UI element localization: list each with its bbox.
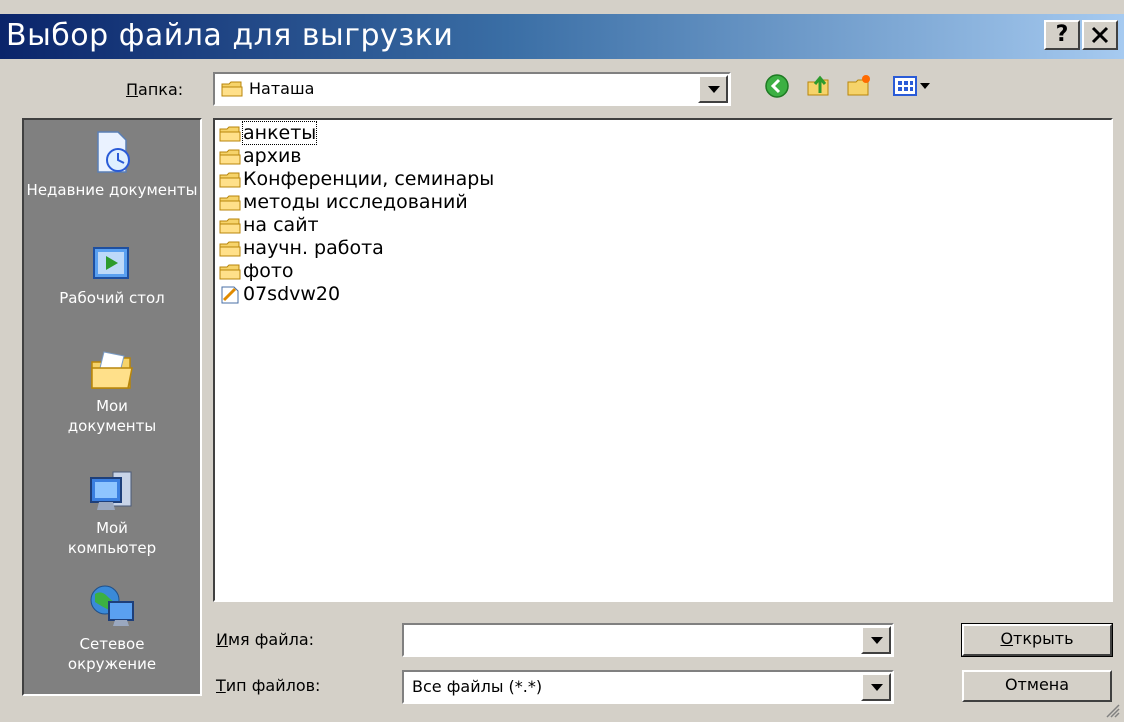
network-icon [90, 585, 134, 626]
file-name: научн. работа [243, 237, 384, 259]
place-recent-documents[interactable]: Недавние документы [24, 128, 200, 200]
document-icon [221, 286, 239, 303]
recent-documents-icon [97, 131, 130, 173]
file-list[interactable]: анкеты архив Конференции, семинары метод… [213, 118, 1113, 602]
resize-grip-icon[interactable] [1104, 702, 1120, 718]
filetype-value: Все файлы (*.*) [412, 677, 543, 696]
folder-icon [219, 264, 241, 279]
place-my-documents[interactable]: Мои документы [24, 348, 200, 436]
places-bar: Недавние документы Рабочий стол Мои доку… [22, 118, 202, 696]
place-label: Рабочий стол [59, 289, 165, 307]
close-icon [1091, 26, 1109, 44]
place-label: Мои документы [67, 397, 157, 435]
desktop-icon [93, 247, 129, 279]
list-item[interactable]: научн. работа [219, 237, 384, 260]
file-name: методы исследований [243, 191, 468, 213]
my-documents-icon [91, 351, 133, 389]
folder-label: Папка: [126, 80, 184, 99]
folder-icon [219, 126, 241, 141]
place-desktop[interactable]: Рабочий стол [24, 244, 200, 308]
folder-icon [219, 172, 241, 187]
list-item[interactable]: Конференции, семинары [219, 168, 494, 191]
folder-icon [219, 241, 241, 256]
filename-label: Имя файла: [216, 630, 315, 649]
my-computer-icon [90, 471, 132, 510]
title-bar[interactable]: Выбор файла для выгрузки ? [0, 14, 1124, 59]
file-open-dialog: Выбор файла для выгрузки ? Папка: Наташа [0, 0, 1124, 722]
list-item[interactable]: на сайт [219, 214, 319, 237]
folder-icon [219, 218, 241, 233]
up-folder-icon[interactable] [806, 73, 832, 99]
folder-value: Наташа [249, 79, 315, 98]
chevron-down-icon[interactable] [861, 673, 891, 701]
place-label: Недавние документы [26, 181, 198, 199]
close-button[interactable] [1082, 20, 1118, 50]
chevron-down-icon[interactable] [861, 626, 891, 654]
file-name: анкеты [241, 121, 318, 145]
chevron-down-icon[interactable] [698, 75, 728, 103]
file-name: 07sdvw20 [243, 283, 341, 305]
place-label: Мой компьютер [67, 519, 157, 557]
file-name: Конференции, семинары [243, 168, 495, 190]
place-label: Сетевое окружение [67, 635, 157, 673]
folder-select[interactable]: Наташа [213, 72, 731, 106]
open-button[interactable]: Открыть [961, 623, 1113, 657]
place-network[interactable]: Сетевое окружение [24, 584, 200, 674]
list-item[interactable]: архив [219, 145, 302, 168]
folder-icon [221, 81, 243, 97]
list-item[interactable]: анкеты [219, 121, 318, 145]
views-menu-icon[interactable] [892, 73, 936, 99]
filetype-select[interactable]: Все файлы (*.*) [402, 670, 894, 704]
back-arrow-icon[interactable] [764, 73, 790, 99]
file-name: на сайт [243, 214, 319, 236]
folder-icon [219, 195, 241, 210]
list-item[interactable]: фото [219, 260, 294, 283]
filename-input[interactable] [402, 623, 894, 657]
folder-icon [219, 149, 241, 164]
file-name: архив [243, 145, 302, 167]
list-item[interactable]: 07sdvw20 [219, 283, 340, 306]
filetype-label: Тип файлов: [216, 676, 321, 695]
cancel-button[interactable]: Отмена [962, 670, 1112, 702]
list-item[interactable]: методы исследований [219, 191, 468, 214]
file-name: фото [243, 260, 294, 282]
help-button[interactable]: ? [1044, 20, 1080, 50]
window-title: Выбор файла для выгрузки [6, 18, 454, 53]
new-folder-icon[interactable] [846, 73, 872, 99]
place-my-computer[interactable]: Мой компьютер [24, 470, 200, 558]
